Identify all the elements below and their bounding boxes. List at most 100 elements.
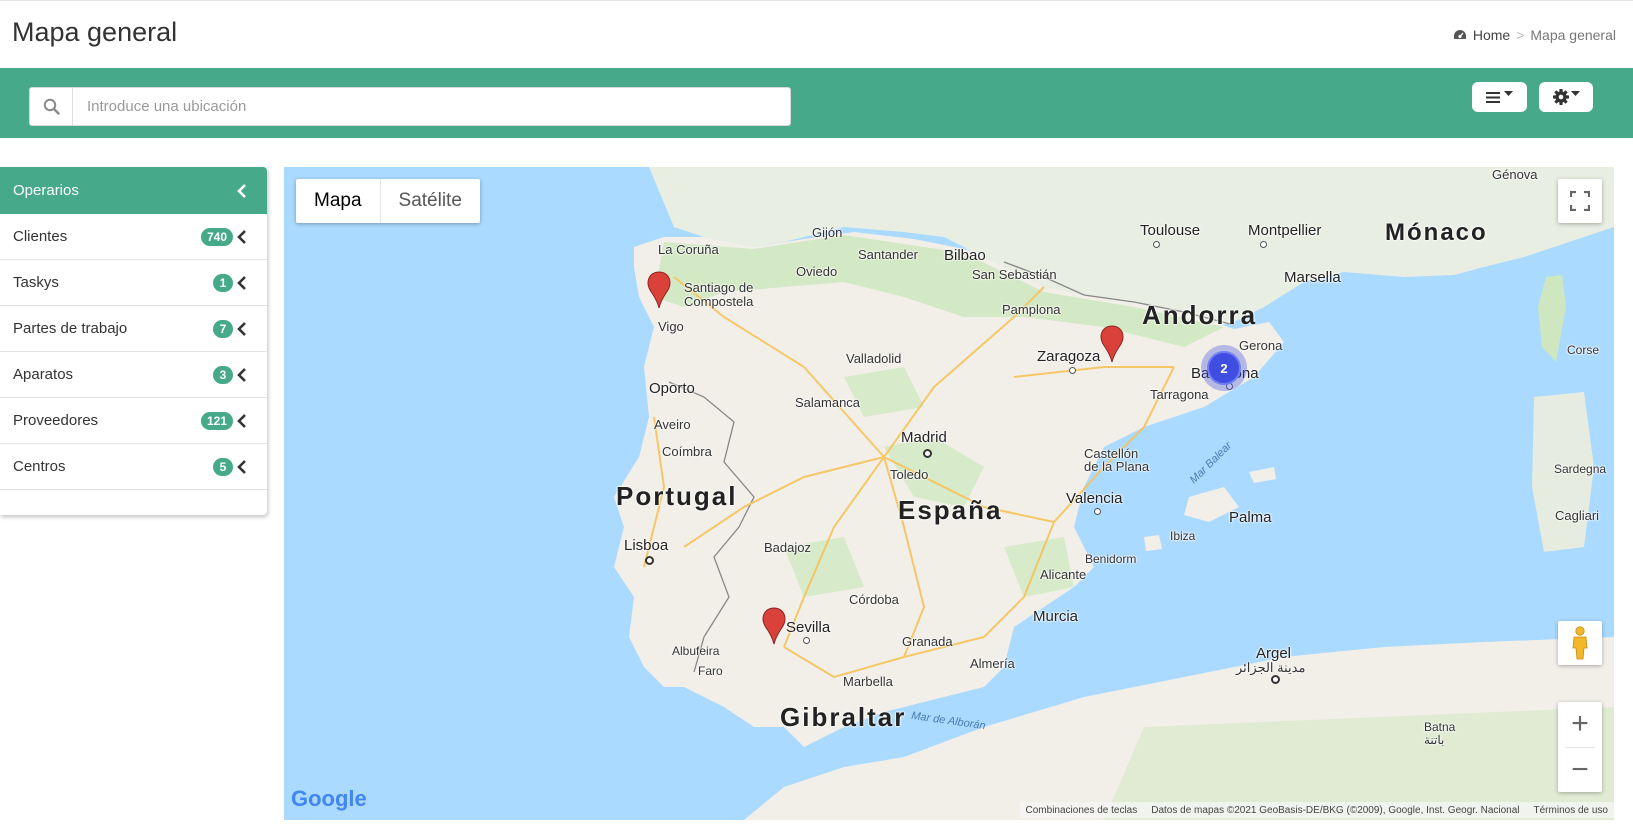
count-badge: 1 [213,273,233,292]
gear-icon [1552,89,1569,105]
map-label: Madrid [901,429,947,446]
count-badge: 5 [213,457,233,476]
count-badge: 121 [200,411,233,430]
search-addon [30,88,73,125]
page-header: Mapa general Home > Mapa general [0,0,1633,68]
city-dot [1153,241,1160,248]
map-label: Gibraltar [780,702,907,732]
map-label: Oviedo [796,264,838,279]
breadcrumb: Home > Mapa general [1453,27,1616,43]
page-title: Mapa general [12,17,178,47]
caret-down-icon [1570,90,1580,96]
map-label: España [898,495,1003,525]
panel-header-operarios[interactable]: Operarios [0,167,267,214]
location-marker[interactable] [647,271,671,309]
terms-of-use-link[interactable]: Términos de uso [1534,805,1608,816]
panel-item-label: Partes de trabajo [13,320,128,337]
capital-dot [1271,675,1280,684]
map-type-map-button[interactable]: Mapa [296,179,380,223]
map-label: Lisboa [624,537,669,554]
chevron-left-icon [237,367,246,382]
street-view-pegman-button[interactable] [1558,621,1602,665]
panel-item-centros[interactable]: Centros 5 [0,444,267,490]
map-label: Sevilla [786,619,831,636]
map-label: Marbella [843,674,893,689]
google-logo: Google [291,786,367,812]
location-marker[interactable] [762,607,786,645]
panel-item-partes-de-trabajo[interactable]: Partes de trabajo 7 [0,306,267,352]
panel-title: Operarios [13,182,79,199]
list-menu-button[interactable] [1472,82,1527,112]
list-icon [1486,91,1500,103]
map-label: Gerona [1239,338,1283,353]
map-label: de la Plana [1084,459,1150,474]
map-label: باتنة [1424,733,1445,747]
map-label: Faro [698,664,723,678]
capital-dot [645,556,654,565]
zoom-out-button[interactable]: − [1558,747,1602,792]
map-label: Alicante [1040,567,1087,582]
map-label: Albufeira [672,644,720,658]
map-label: Valencia [1066,490,1123,507]
map-label: Badajoz [764,540,811,555]
map-label: Cagliari [1555,508,1600,523]
panel-item-proveedores[interactable]: Proveedores 121 [0,398,267,444]
city-dot [1094,508,1101,515]
chevron-left-icon [237,413,246,428]
city-dot [1069,367,1076,374]
marker-cluster[interactable]: 2 [1201,345,1247,391]
map-label: San Sebastián [972,267,1057,282]
city-dot [1260,241,1267,248]
zoom-in-button[interactable]: + [1558,702,1602,747]
map-label: Benidorm [1085,552,1137,566]
map-label: Pamplona [1002,302,1061,317]
map-label: Toledo [890,467,929,482]
map-label: Granada [902,634,953,649]
map-label: Bilbao [944,247,986,264]
panel-item-label: Aparatos [13,366,74,383]
map-data-attribution: Datos de mapas ©2021 GeoBasis-DE/BKG (©2… [1151,804,1520,816]
map-label: Almería [970,656,1015,671]
map-label: Salamanca [795,395,861,410]
chevron-left-icon [237,459,246,474]
map-label: Andorra [1142,300,1258,330]
panel-item-label: Taskys [13,274,59,291]
map-canvas[interactable]: Génova Toulouse Montpellier Mónaco Marse… [284,167,1614,820]
map-label: Tarragona [1150,387,1209,402]
map-label: Marsella [1284,269,1341,286]
panel-item-taskys[interactable]: Taskys 1 [0,260,267,306]
fullscreen-button[interactable] [1558,179,1602,223]
map-label: La Coruña [658,242,719,257]
chevron-left-icon [237,275,246,290]
map-label: Murcia [1033,608,1079,625]
map-label: Compostela [684,294,754,309]
map-label: Zaragoza [1037,348,1101,365]
map-label: Santiago de [684,280,754,295]
map-type-control: Mapa Satélite [296,179,480,223]
chevron-left-icon [237,229,246,244]
breadcrumb-home-label: Home [1472,27,1511,43]
count-badge: 7 [213,319,233,338]
panel-item-aparatos[interactable]: Aparatos 3 [0,352,267,398]
chevron-left-icon [237,321,246,336]
location-marker[interactable] [1100,325,1124,363]
panel-item-label: Clientes [13,228,68,245]
map-label: Portugal [616,481,738,511]
location-search-input[interactable] [73,88,790,125]
map-label: Batna [1424,720,1456,734]
map-label: Toulouse [1140,222,1201,239]
map-label: Córdoba [849,592,899,607]
count-badge: 3 [213,365,233,384]
map-label: Gijón [812,225,843,240]
map-label: Vigo [658,319,684,334]
panel-item-clientes[interactable]: Clientes 740 [0,214,267,260]
map-type-satellite-button[interactable]: Satélite [379,179,480,223]
keyboard-shortcuts-link[interactable]: Combinaciones de teclas [1026,805,1138,816]
map-label: Santander [858,247,918,262]
map-label: Ibiza [1170,529,1196,543]
panel-item-label: Centros [13,458,66,475]
settings-menu-button[interactable] [1539,82,1593,112]
search-icon [43,98,60,115]
breadcrumb-home-link[interactable]: Home [1453,27,1510,43]
search-toolbar [0,68,1633,138]
